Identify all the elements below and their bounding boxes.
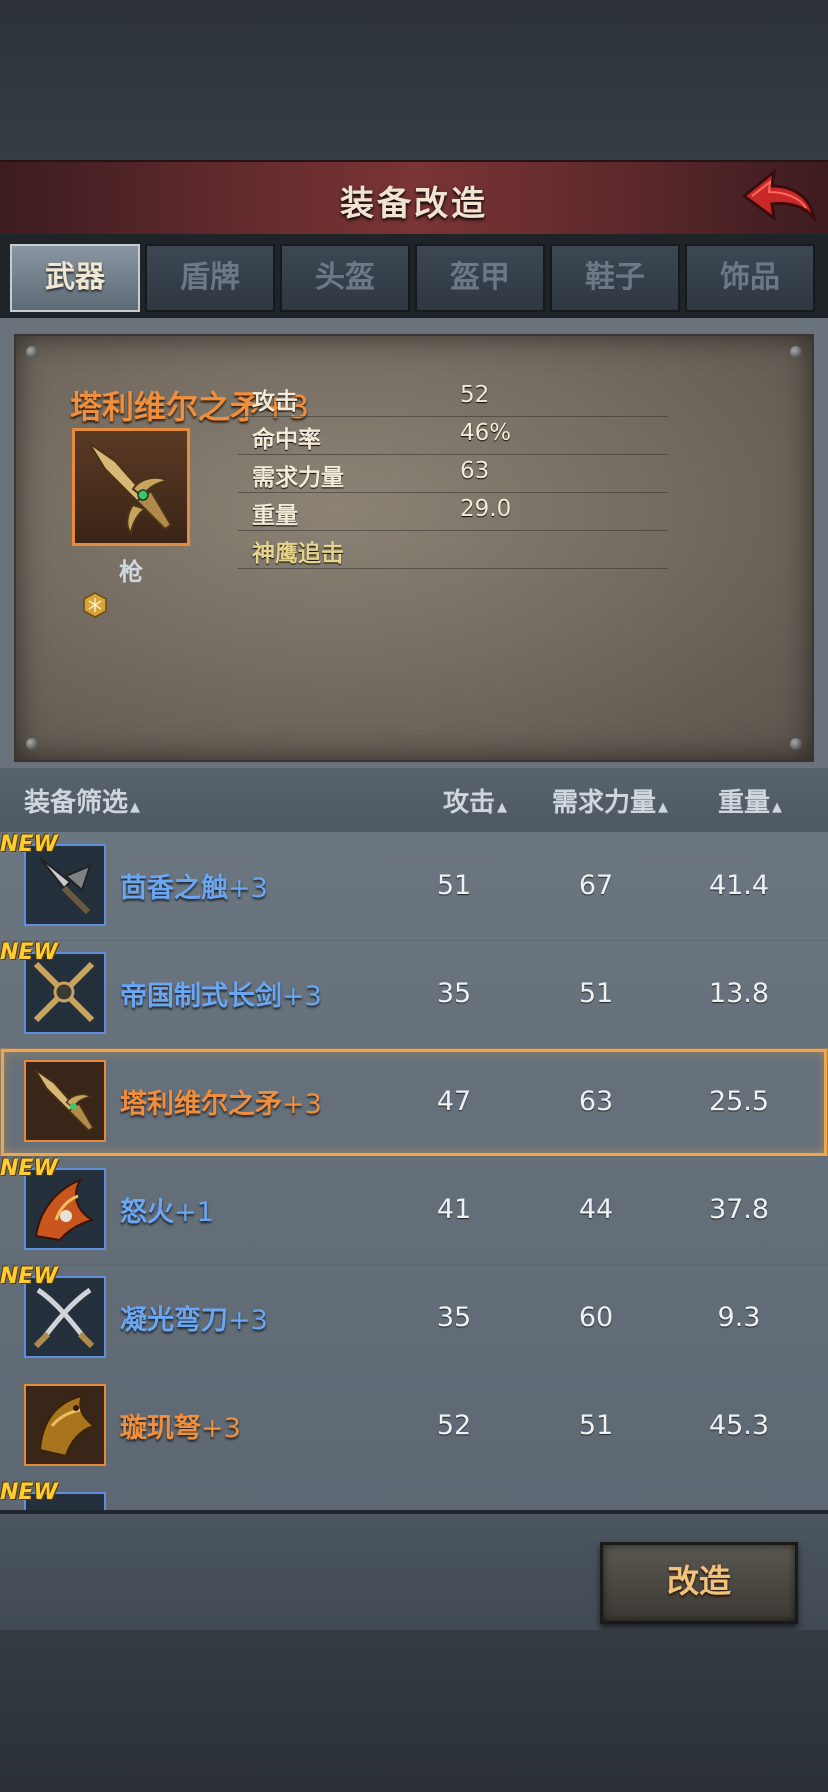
stat-label: 重量 (252, 503, 298, 529)
attack-value: 52 (436, 1410, 472, 1441)
stat-value: 63 (460, 458, 490, 484)
back-button[interactable] (740, 166, 818, 230)
rivet (790, 346, 802, 358)
item-detail-panel: 塔利维尔之矛+3 枪 攻击 52 命中率 46% 需求力量 63 重量 29.0… (14, 334, 814, 762)
stat-value: 46% (460, 420, 512, 446)
weight-value: 41.4 (708, 870, 770, 901)
tab-boots[interactable]: 鞋子 (550, 244, 680, 312)
crossed-swords-icon (33, 961, 95, 1023)
equipment-list: 装备筛选 ▲ 攻击 ▲ 需求力量 ▲ 重量 ▲ NEW 茴香之触+3 51 67 41.… (0, 768, 828, 1510)
stat-label: 命中率 (252, 427, 321, 453)
list-item[interactable]: NEW 凝光弯刀+3 35 60 9.3 (0, 1264, 828, 1373)
list-item[interactable]: NEW (0, 1480, 828, 1510)
sort-attack-header[interactable]: 攻击 ▲ (443, 782, 507, 819)
stat-value: 29.0 (460, 496, 512, 522)
reforge-button[interactable]: 改造 (600, 1542, 798, 1624)
tab-helmet[interactable]: 头盔 (280, 244, 410, 312)
item-name: 怒火+1 (120, 1197, 214, 1228)
stat-row-skill: 神鹰追击 (238, 530, 668, 569)
tab-accessory[interactable]: 饰品 (685, 244, 815, 312)
action-bar: 改造 (0, 1510, 828, 1634)
list-item[interactable]: NEW 帝国制式长剑+3 35 51 13.8 (0, 940, 828, 1049)
item-name: 塔利维尔之矛 (70, 388, 263, 426)
gem-icon (83, 592, 107, 618)
item-name: 茴香之触+3 (120, 873, 268, 904)
strength-value: 44 (578, 1194, 614, 1225)
stat-label: 攻击 (252, 389, 298, 415)
weight-value: 9.3 (717, 1302, 761, 1333)
rivet (26, 346, 38, 358)
tab-shield[interactable]: 盾牌 (145, 244, 275, 312)
list-item[interactable]: NEW 怒火+1 41 44 37.8 (0, 1156, 828, 1265)
attack-value: 35 (436, 1302, 472, 1333)
attack-value: 41 (436, 1194, 472, 1225)
strength-value: 63 (578, 1086, 614, 1117)
item-name: 璇玑弩+3 (120, 1413, 241, 1444)
spear-icon (35, 1069, 94, 1132)
back-arrow-icon (741, 168, 817, 224)
list-header: 装备筛选 ▲ 攻击 ▲ 需求力量 ▲ 重量 ▲ (0, 768, 828, 832)
tab-armor[interactable]: 盔甲 (415, 244, 545, 312)
fire-claw-icon (34, 1178, 95, 1242)
stat-row-strength: 需求力量 63 (238, 454, 668, 493)
rivet (26, 738, 38, 750)
skill-label: 神鹰追击 (252, 541, 344, 567)
stat-row-weight: 重量 29.0 (238, 492, 668, 531)
tab-weapon[interactable]: 武器 (10, 244, 140, 312)
attack-value: 51 (436, 870, 472, 901)
top-background (0, 0, 828, 160)
item-icon-frame (24, 1384, 106, 1466)
item-icon-frame (72, 428, 190, 546)
weight-value: 37.8 (708, 1194, 770, 1225)
item-icon-frame (24, 1060, 106, 1142)
new-badge: NEW (0, 832, 58, 857)
strength-value: 51 (578, 1410, 614, 1441)
sort-strength-header[interactable]: 需求力量 ▲ (552, 782, 668, 819)
item-name: 帝国制式长剑+3 (120, 981, 322, 1012)
weight-value: 25.5 (708, 1086, 770, 1117)
stat-value: 52 (460, 382, 490, 408)
strength-value: 60 (578, 1302, 614, 1333)
attack-value: 47 (436, 1086, 472, 1117)
item-type-label: 枪 (119, 558, 143, 586)
stat-row-attack: 攻击 52 (238, 378, 668, 417)
rivet (790, 738, 802, 750)
stat-label: 需求力量 (252, 465, 344, 491)
strength-value: 51 (578, 978, 614, 1009)
stat-row-accuracy: 命中率 46% (238, 416, 668, 455)
bottom-background (0, 1630, 828, 1792)
weight-value: 45.3 (708, 1410, 770, 1441)
sort-weight-header[interactable]: 重量 ▲ (718, 782, 782, 819)
equipment-tabs: 武器 盾牌 头盔 盔甲 鞋子 饰品 (0, 234, 828, 321)
new-badge: NEW (0, 1264, 58, 1289)
item-name: 塔利维尔之矛+3 (120, 1089, 322, 1120)
item-name: 凝光弯刀+3 (120, 1305, 268, 1336)
page-title: 装备改造 (340, 184, 488, 224)
detail-panel-area: 塔利维尔之矛+3 枪 攻击 52 命中率 46% 需求力量 63 重量 29.0… (0, 318, 828, 768)
new-badge: NEW (0, 940, 58, 965)
filter-header[interactable]: 装备筛选 ▲ (24, 782, 140, 819)
crossed-blades-icon (33, 1287, 95, 1349)
strength-value: 67 (578, 870, 614, 901)
header-bar: 装备改造 (0, 160, 828, 237)
list-item[interactable]: NEW 茴香之触+3 51 67 41.4 (0, 832, 828, 941)
weight-value: 13.8 (708, 978, 770, 1009)
new-badge: NEW (0, 1156, 58, 1181)
list-item[interactable]: 璇玑弩+3 52 51 45.3 (0, 1372, 828, 1481)
mace-icon (39, 857, 92, 915)
dragon-crossbow-icon (38, 1394, 97, 1458)
attack-value: 35 (436, 978, 472, 1009)
new-badge: NEW (0, 1480, 58, 1505)
list-item-selected[interactable]: 塔利维尔之矛+3 47 63 25.5 (0, 1048, 828, 1157)
spear-icon (88, 442, 173, 536)
